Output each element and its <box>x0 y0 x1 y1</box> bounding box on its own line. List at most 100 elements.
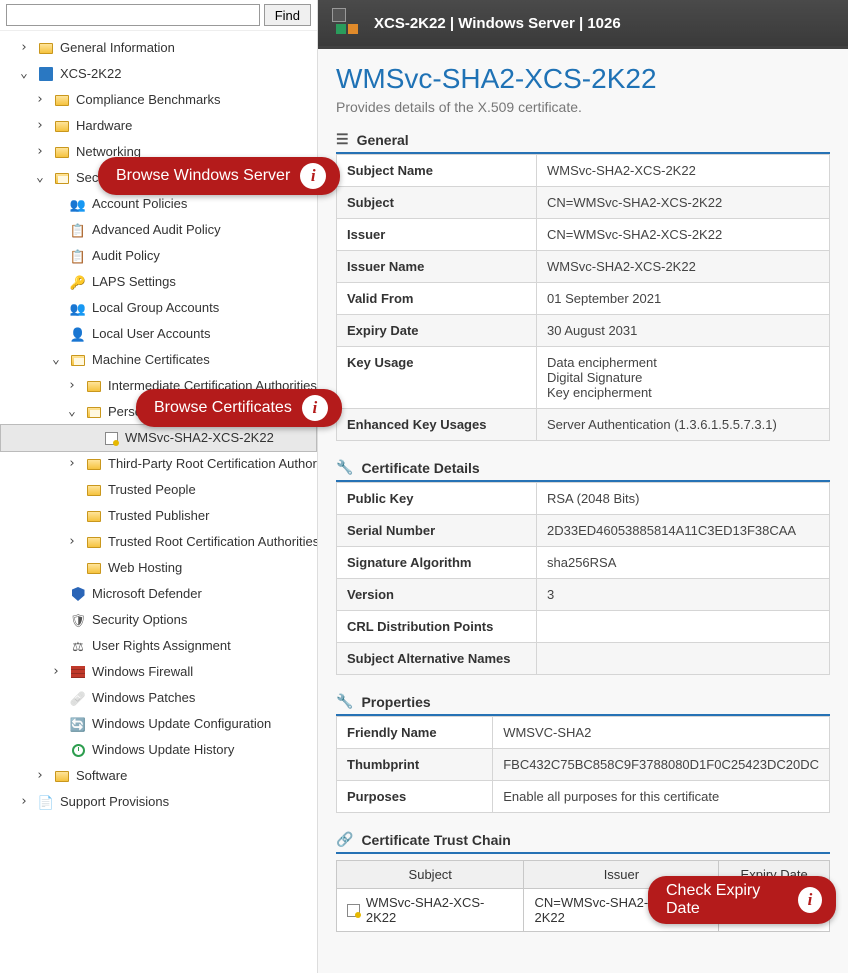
kv-value: 3 <box>537 579 830 611</box>
expand-icon[interactable]: › <box>36 142 48 162</box>
kv-value: sha256RSA <box>537 547 830 579</box>
tree-label: WMSvc-SHA2-XCS-2K22 <box>125 428 274 448</box>
tree-patches[interactable]: 🩹Windows Patches <box>0 685 317 711</box>
tree-trusted-pub[interactable]: Trusted Publisher <box>0 503 317 529</box>
tree-sec-options[interactable]: 🛡Security Options <box>0 607 317 633</box>
search-input[interactable] <box>6 4 260 26</box>
tree-web-hosting[interactable]: Web Hosting <box>0 555 317 581</box>
expand-icon[interactable]: › <box>36 766 48 786</box>
tree-wu-config[interactable]: 🔄Windows Update Configuration <box>0 711 317 737</box>
tree-trusted-root[interactable]: ›Trusted Root Certification Authorities <box>0 529 317 555</box>
expand-icon[interactable]: › <box>52 662 64 682</box>
collapse-icon[interactable]: ⌄ <box>20 64 32 84</box>
folder-icon <box>87 537 101 548</box>
kv-value: Data encipherment Digital Signature Key … <box>537 347 830 409</box>
kv-value: 2D33ED46053885814A11C3ED13F38CAA <box>537 515 830 547</box>
tree-support[interactable]: › 📄 Support Provisions <box>0 789 317 815</box>
tree-hardware[interactable]: › Hardware <box>0 113 317 139</box>
kv-key: Signature Algorithm <box>337 547 537 579</box>
tree-label: Security Options <box>92 610 187 630</box>
key-icon: 🔑 <box>70 274 86 290</box>
section-general: ☰General Subject NameWMSvc-SHA2-XCS-2K22… <box>336 131 830 441</box>
folder-icon <box>55 95 69 106</box>
tree-general-info[interactable]: › General Information <box>0 35 317 61</box>
kv-key: Public Key <box>337 483 537 515</box>
folder-icon <box>55 147 69 158</box>
kv-value <box>537 611 830 643</box>
kv-key: Friendly Name <box>337 717 493 749</box>
tree-laps[interactable]: 🔑 LAPS Settings <box>0 269 317 295</box>
people-icon: 👥 <box>70 196 86 212</box>
tree-host[interactable]: ⌄ XCS-2K22 <box>0 61 317 87</box>
kv-key: Valid From <box>337 283 537 315</box>
history-icon <box>72 744 85 757</box>
callout-browse-server: Browse Windows Server i <box>98 157 340 195</box>
expand-icon[interactable]: › <box>20 792 32 812</box>
shield-icon <box>72 587 85 601</box>
kv-value: WMSvc-SHA2-XCS-2K22 <box>537 155 830 187</box>
tree-local-user[interactable]: 👤Local User Accounts <box>0 321 317 347</box>
callout-browse-certs: Browse Certificates i <box>136 389 342 427</box>
tree-compliance[interactable]: › Compliance Benchmarks <box>0 87 317 113</box>
tree-label: LAPS Settings <box>92 272 176 292</box>
kv-value: WMSvc-SHA2-XCS-2K22 <box>537 251 830 283</box>
kv-key: Enhanced Key Usages <box>337 409 537 441</box>
expand-icon[interactable]: › <box>68 376 80 396</box>
support-icon: 📄 <box>38 794 54 810</box>
page-title: WMSvc-SHA2-XCS-2K22 <box>336 63 830 95</box>
kv-value: CN=WMSvc-SHA2-XCS-2K22 <box>537 219 830 251</box>
folder-icon <box>55 121 69 132</box>
collapse-icon[interactable]: ⌄ <box>36 168 48 188</box>
tree-software[interactable]: › Software <box>0 763 317 789</box>
folder-open-icon <box>55 173 69 184</box>
wrench-icon: 🔧 <box>336 459 353 476</box>
tree-label: Microsoft Defender <box>92 584 202 604</box>
user-icon: 👤 <box>70 326 86 342</box>
tree-label: XCS-2K22 <box>60 64 121 84</box>
kv-value: CN=WMSvc-SHA2-XCS-2K22 <box>537 187 830 219</box>
expand-icon[interactable]: › <box>68 532 80 552</box>
tree-label: Windows Firewall <box>92 662 193 682</box>
info-icon: i <box>798 887 822 913</box>
rights-icon: ⚖ <box>70 638 86 654</box>
tree-label: Software <box>76 766 127 786</box>
tree-adv-audit[interactable]: 📋Advanced Audit Policy <box>0 217 317 243</box>
tree-label: Trusted People <box>108 480 196 500</box>
kv-key: Expiry Date <box>337 315 537 347</box>
expand-icon[interactable]: › <box>20 38 32 58</box>
col-subject: Subject <box>337 861 524 889</box>
callout-expiry: Check Expiry Date i <box>648 876 836 924</box>
certificate-icon <box>105 432 118 445</box>
tree-user-rights[interactable]: ⚖User Rights Assignment <box>0 633 317 659</box>
collapse-icon[interactable]: ⌄ <box>68 402 80 422</box>
tree-third-party[interactable]: ›Third-Party Root Certification Authorit… <box>0 451 317 477</box>
tree-local-group[interactable]: 👥Local Group Accounts <box>0 295 317 321</box>
tree-wu-history[interactable]: Windows Update History <box>0 737 317 763</box>
tree-audit[interactable]: 📋Audit Policy <box>0 243 317 269</box>
kv-value: Enable all purposes for this certificate <box>493 781 830 813</box>
expand-icon[interactable]: › <box>36 116 48 136</box>
search-bar: Find <box>0 0 317 31</box>
audit-icon: 📋 <box>70 248 86 264</box>
folder-open-icon <box>71 355 85 366</box>
tree-label: Support Provisions <box>60 792 169 812</box>
audit-icon: 📋 <box>70 222 86 238</box>
kv-key: Purposes <box>337 781 493 813</box>
expand-icon[interactable]: › <box>68 454 80 474</box>
list-icon: ☰ <box>336 131 349 148</box>
collapse-icon[interactable]: ⌄ <box>52 350 64 370</box>
folder-icon <box>87 485 101 496</box>
tree-firewall[interactable]: › Windows Firewall <box>0 659 317 685</box>
tree-cert-leaf[interactable]: WMSvc-SHA2-XCS-2K22 <box>0 424 317 452</box>
tree-defender[interactable]: Microsoft Defender <box>0 581 317 607</box>
tree: › General Information ⌄ XCS-2K22 › Compl… <box>0 31 317 827</box>
tree-machine-certs[interactable]: ⌄ Machine Certificates <box>0 347 317 373</box>
wrench-icon: 🔧 <box>336 693 353 710</box>
expand-icon[interactable]: › <box>36 90 48 110</box>
find-button[interactable]: Find <box>264 4 311 26</box>
tree-label: Windows Update Configuration <box>92 714 271 734</box>
tree-label: Windows Update History <box>92 740 234 760</box>
section-details: 🔧Certificate Details Public KeyRSA (2048… <box>336 459 830 675</box>
tree-trusted-people[interactable]: Trusted People <box>0 477 317 503</box>
kv-value: 01 September 2021 <box>537 283 830 315</box>
